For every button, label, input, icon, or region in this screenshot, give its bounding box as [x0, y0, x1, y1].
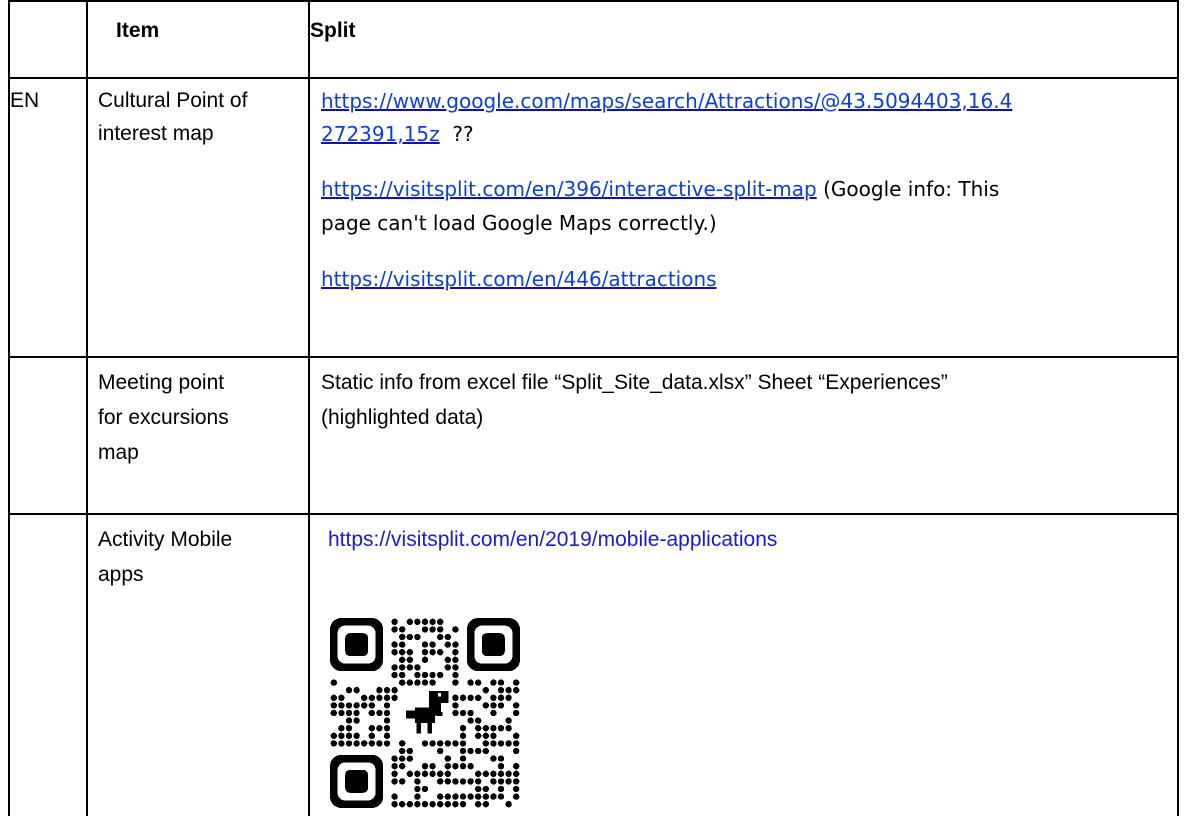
table-border-left: [8, 0, 10, 816]
table-divider-1: [86, 0, 88, 816]
google-maps-link[interactable]: https://www.google.com/maps/search/Attra…: [321, 89, 1012, 113]
uncertainty-note: ??: [452, 122, 474, 146]
row-3-content: https://visitsplit.com/en/2019/mobile-ap…: [328, 525, 777, 555]
interactive-map-link[interactable]: https://visitsplit.com/en/396/interactiv…: [321, 177, 817, 201]
row-divider-1: [8, 356, 1179, 358]
header-split: Split: [310, 19, 356, 42]
google-maps-link-continued[interactable]: 272391,15z: [321, 122, 440, 146]
row-1-lang: EN: [10, 89, 40, 112]
row-divider-2: [8, 513, 1179, 515]
row-divider-header: [8, 77, 1179, 79]
table-divider-2: [308, 0, 310, 816]
google-info-note: (Google info: This: [816, 177, 1000, 201]
qr-code-icon: [330, 618, 520, 808]
row-2-content: Static info from excel file “Split_Site_…: [321, 371, 948, 429]
table-border-right: [1177, 0, 1179, 816]
qr-finder-top-right-icon: [466, 618, 520, 672]
attractions-link[interactable]: https://visitsplit.com/en/446/attraction…: [321, 267, 717, 291]
qr-finder-top-left-icon: [330, 618, 384, 672]
table-border-top: [8, 0, 1179, 2]
row-1-item: Cultural Point of interest map: [98, 89, 248, 145]
row-3-item: Activity Mobile apps: [98, 528, 233, 586]
mobile-apps-link[interactable]: https://visitsplit.com/en/2019/mobile-ap…: [328, 528, 777, 551]
header-item: Item: [116, 19, 160, 42]
google-info-note-continued: page can't load Google Maps correctly.): [321, 211, 717, 235]
row-2-item: Meeting point for excursions map: [98, 371, 229, 464]
data-table: Item Split EN Cultural Point of interest…: [0, 0, 1187, 816]
dinosaur-icon: [398, 686, 452, 740]
qr-finder-bottom-left-icon: [330, 754, 384, 808]
row-1-content: https://www.google.com/maps/search/Attra…: [321, 86, 1171, 294]
